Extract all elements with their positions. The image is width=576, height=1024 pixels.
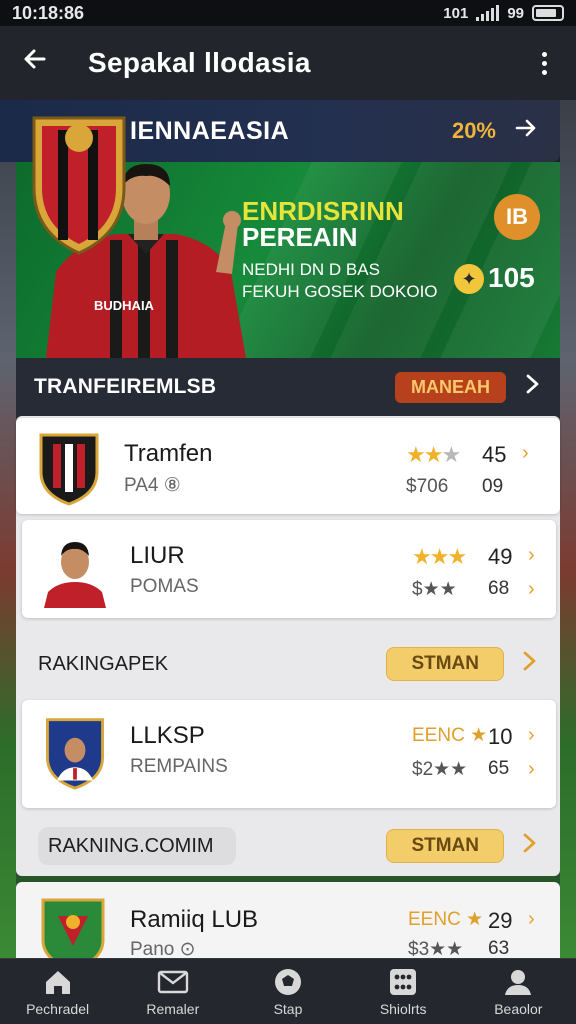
chevron-right-icon[interactable] [522,373,542,402]
nav-label: Pechradel [26,1000,90,1017]
nav-item-home[interactable]: Pechradel [8,967,108,1017]
stadium-background-left [0,100,16,960]
item-title: Tramfen [124,440,213,467]
manage-button[interactable]: MANEAH [395,371,506,403]
arrow-left-icon[interactable] [22,46,66,80]
signal-icon [476,5,500,21]
nav-item-mail[interactable]: Remaler [123,967,223,1017]
chevron-right-icon[interactable]: › [528,758,535,781]
item-value: 63 [488,938,510,958]
price-stars: $★★ [412,579,457,600]
nav-item-ball[interactable]: Stap [238,967,338,1017]
arrow-right-icon[interactable] [514,116,538,147]
club-badge-icon [46,718,104,790]
hero-headline-2: PEREAIN [242,222,358,252]
list-item[interactable]: LLKSP REMPAINS EENC ★ $2★★ 10 65 › › [22,700,556,808]
level-badge: IB [494,194,540,240]
transfer-section-label: TRANFEIREMLSB [34,375,217,398]
nav-item-grid[interactable]: Shiolrts [353,967,453,1017]
nav-item-profile[interactable]: Beaolor [468,967,568,1017]
nav-label: Shiolrts [379,1000,427,1017]
chevron-right-icon[interactable]: › [528,578,535,601]
rating-stars: EENC ★ [408,909,484,930]
hero-subtitle-2: FEKUH GOSEK DOKOIO [242,282,438,301]
rating-stars: ★★★ [406,442,461,467]
list-item[interactable]: Tramfen PA4 ⑧ ★★★ $706 45 09 › [16,418,560,514]
profile-icon [500,967,536,997]
ranking-section-header: RAKNING.COMIM STMAN [16,818,560,874]
item-value: 09 [482,476,504,497]
start-button[interactable]: STMAN [386,647,504,681]
ball-icon [270,967,306,997]
item-rating: 45 [482,442,507,467]
list-item[interactable]: Ramiiq LUB Pano ⊙ EENC ★ $3★★ 29 63 › [16,882,560,958]
item-value: 68 [488,578,510,599]
nav-label: Beaolor [494,1000,543,1017]
svg-text:BUDHAIA: BUDHAIA [94,298,155,313]
item-subtitle: Pano ⊙ [130,939,196,958]
list-item[interactable]: LIUR POMAS ★★★ $★★ 49 68 › › [22,520,556,618]
chevron-right-icon[interactable]: › [522,442,529,465]
status-time: 10:18:86 [12,2,85,23]
app-bar: Sepakal llodasia [0,26,576,100]
rating-stars: ★★★ [412,544,467,569]
item-title: Ramiiq LUB [130,906,259,933]
item-rating: 49 [488,544,513,569]
club-badge-icon [41,898,105,958]
mail-icon [155,967,191,997]
item-subtitle: POMAS [130,576,199,597]
coin-count: 105 [488,262,535,293]
player-avatar [44,542,106,608]
item-title: LIUR [130,542,185,569]
price-stars: $2★★ [412,759,468,780]
club-badge-icon [39,433,99,506]
page-title: Sepakal llodasia [88,47,311,78]
ranking-label: RAKNING.COMIM [38,826,236,865]
chevron-right-icon[interactable] [520,832,538,861]
home-icon [40,967,76,997]
more-vertical-icon[interactable] [534,51,554,75]
bottom-navigation: Pechradel Remaler Stap Shiolrts Beaolor [0,958,576,1024]
item-price: $706 [406,476,449,497]
club-crest-icon [32,116,126,255]
status-bar: 10:18:86 101 99 [0,0,576,26]
nav-label: Stap [273,1000,303,1017]
battery-icon [532,5,564,21]
chevron-right-icon[interactable]: › [528,908,535,931]
item-title: LLKSP [130,722,205,749]
coin-icon: ✦ [454,264,484,294]
start-button[interactable]: STMAN [386,829,504,863]
grid-icon [385,967,421,997]
item-subtitle: REMPAINS [130,756,228,777]
price-stars: $3★★ [408,939,464,958]
rating-stars: EENC ★ [412,725,488,746]
item-rating: 10 [488,724,513,749]
league-name: IENNAEASIA [130,116,290,145]
ranking-label: RAKINGAPEK [38,652,169,675]
chevron-right-icon[interactable]: › [528,724,535,747]
battery-level: 99 [507,4,524,22]
league-percent: 20% [451,118,496,143]
item-rating: 29 [488,908,513,933]
stadium-background-right [560,100,576,960]
hero-subtitle: NEDHI DN D BAS [242,260,380,279]
chevron-right-icon[interactable] [520,650,538,679]
transfer-section-header: TRANFEIREMLSB MANEAH [16,358,560,416]
network-label: 101 [443,4,469,22]
nav-label: Remaler [146,1000,200,1017]
item-subtitle: PA4 ⑧ [124,475,181,496]
item-value: 65 [488,758,510,779]
ranking-section-header: RAKINGAPEK STMAN [16,636,560,692]
chevron-right-icon[interactable]: › [528,544,535,567]
